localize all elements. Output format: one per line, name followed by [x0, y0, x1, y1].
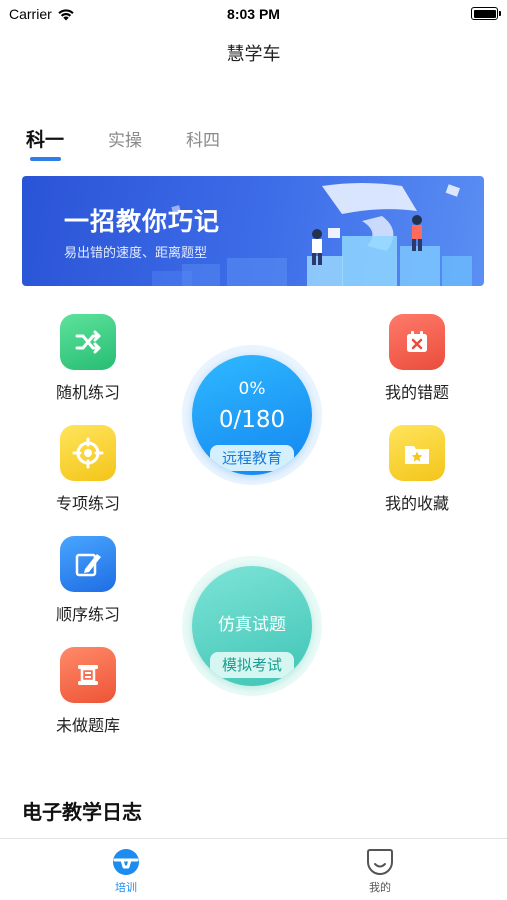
status-time: 8:03 PM	[227, 6, 280, 22]
undone-questions-button[interactable]: 未做题库	[33, 647, 143, 736]
mock-exam-disc: 仿真试题 模拟考试	[192, 566, 312, 686]
tab-mine[interactable]: 我的	[350, 847, 410, 895]
random-practice-label: 随机练习	[55, 383, 120, 402]
random-practice-button[interactable]: 随机练习	[33, 314, 143, 403]
sequential-practice-button[interactable]: 顺序练习	[33, 536, 143, 625]
target-icon	[60, 425, 116, 481]
section-title-teaching-log: 电子教学日志	[22, 800, 142, 824]
tab-subject-one[interactable]: 科一	[26, 125, 64, 161]
my-favorites-button[interactable]: 我的收藏	[362, 425, 472, 514]
tab-training[interactable]: 培训	[96, 847, 156, 895]
promo-banner[interactable]: 一招教你巧记 易出错的速度、距离题型	[22, 176, 484, 286]
mock-exam-button[interactable]: 模拟考试	[210, 652, 294, 678]
mock-exam-circle[interactable]: 仿真试题 模拟考试	[182, 556, 322, 696]
simulated-questions-title: 仿真试题	[218, 615, 286, 635]
tab-practical[interactable]: 实操	[108, 126, 142, 153]
shuffle-icon	[60, 314, 116, 370]
scroll-icon	[60, 647, 116, 703]
my-mistakes-label: 我的错题	[384, 383, 449, 402]
smiley-icon	[364, 847, 396, 877]
topic-practice-label: 专项练习	[55, 494, 120, 513]
my-favorites-label: 我的收藏	[384, 494, 449, 513]
progress-circle[interactable]: 0% 0/180 远程教育	[182, 345, 322, 485]
undone-questions-label: 未做题库	[55, 716, 120, 735]
my-mistakes-button[interactable]: 我的错题	[362, 314, 472, 403]
progress-disc: 0% 0/180 远程教育	[192, 355, 312, 475]
star-folder-icon	[389, 425, 445, 481]
sequential-practice-label: 顺序练习	[55, 605, 120, 624]
steering-wheel-icon	[110, 847, 142, 877]
remote-education-button[interactable]: 远程教育	[210, 445, 294, 471]
tab-training-label: 培训	[115, 881, 137, 894]
progress-count: 0/180	[218, 407, 286, 433]
page-title: 慧学车	[226, 44, 281, 65]
tab-subject-four[interactable]: 科四	[186, 126, 220, 153]
banner-subtitle: 易出错的速度、距离题型	[64, 246, 208, 261]
topic-practice-button[interactable]: 专项练习	[33, 425, 143, 514]
calendar-x-icon	[389, 314, 445, 370]
banner-title: 一招教你巧记	[64, 207, 221, 236]
progress-percent: 0%	[238, 379, 266, 399]
status-bar: Carrier 8:03 PM	[0, 0, 507, 28]
tab-mine-label: 我的	[369, 881, 391, 894]
pencil-icon	[60, 536, 116, 592]
battery-icon	[471, 7, 501, 20]
subject-tabs: 科一 实操 科四	[26, 125, 264, 161]
bottom-tab-bar: 培训 我的	[0, 838, 507, 900]
